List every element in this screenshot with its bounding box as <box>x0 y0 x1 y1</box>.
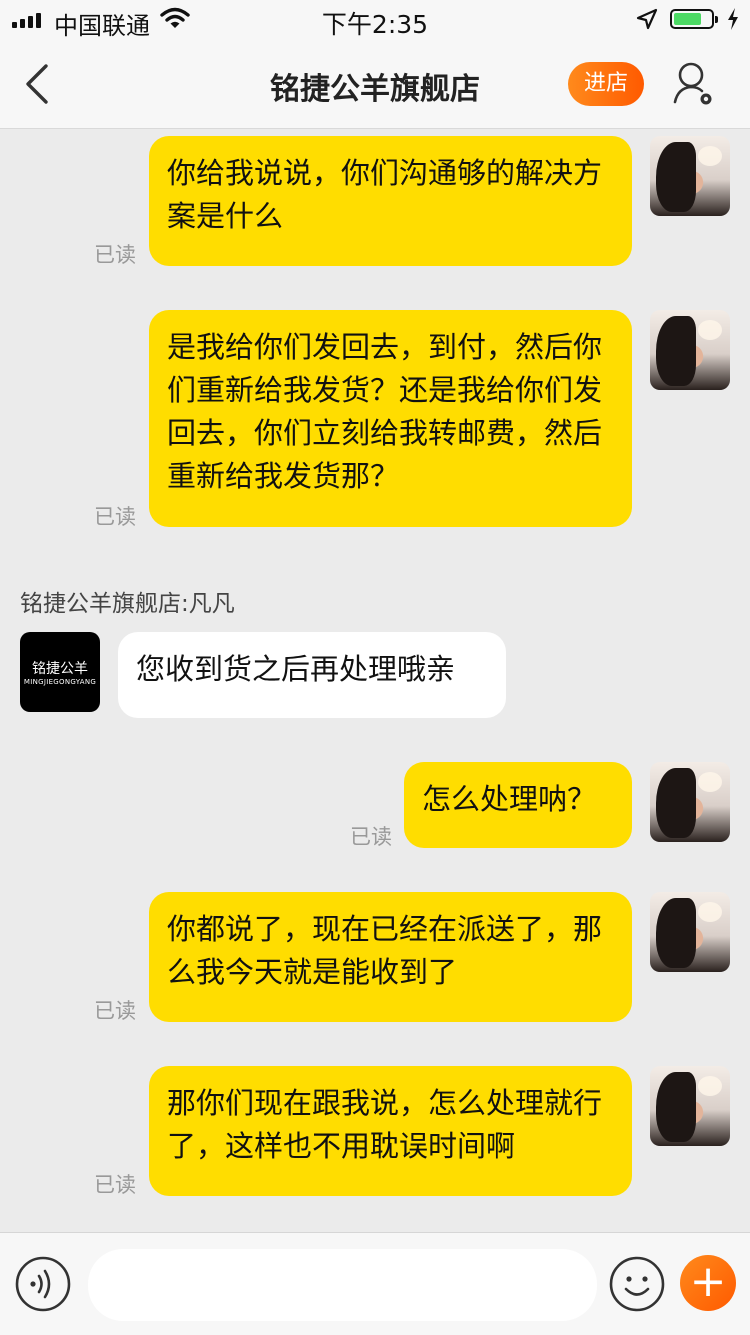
my-avatar[interactable] <box>650 762 730 842</box>
message-bubble-mine[interactable]: 你都说了，现在已经在派送了，那么我今天就是能收到了 <box>149 892 632 1022</box>
voice-icon[interactable] <box>14 1255 72 1317</box>
input-toolbar: + <box>0 1232 750 1335</box>
my-avatar[interactable] <box>650 310 730 390</box>
shop-logo-subtext: MINGJIEGONGYANG <box>23 678 97 686</box>
my-avatar[interactable] <box>650 136 730 216</box>
charging-bolt-icon <box>726 7 740 37</box>
read-receipt: 已读 <box>94 243 136 267</box>
message-bubble-shop[interactable]: 您收到货之后再处理哦亲 <box>118 632 506 718</box>
read-receipt: 已读 <box>350 825 392 849</box>
message-bubble-mine[interactable]: 那你们现在跟我说，怎么处理就行了，这样也不用耽误时间啊 <box>149 1066 632 1196</box>
message-bubble-mine[interactable]: 你给我说说，你们沟通够的解决方案是什么 <box>149 136 632 266</box>
chat-list[interactable]: 你给我说说，你们沟通够的解决方案是什么 已读 是我给你们发回去，到付，然后你们重… <box>0 129 750 1232</box>
emoji-icon[interactable] <box>608 1255 666 1317</box>
user-settings-icon[interactable] <box>672 60 716 112</box>
navigation-bar: 铭捷公羊旗舰店 进店 <box>0 40 750 129</box>
read-receipt: 已读 <box>94 1173 136 1197</box>
read-receipt: 已读 <box>94 505 136 529</box>
enter-store-button[interactable]: 进店 <box>568 62 644 106</box>
message-input[interactable] <box>88 1249 597 1321</box>
message-bubble-mine[interactable]: 是我给你们发回去，到付，然后你们重新给我发货？还是我给你们发回去，你们立刻给我转… <box>149 310 632 527</box>
battery-icon <box>670 9 718 29</box>
read-receipt: 已读 <box>94 999 136 1023</box>
my-avatar[interactable] <box>650 1066 730 1146</box>
my-avatar[interactable] <box>650 892 730 972</box>
location-arrow-icon <box>636 8 658 36</box>
status-bar: 中国联通 下午2:35 <box>0 0 750 40</box>
shop-logo-text: 铭捷公羊 <box>32 661 88 677</box>
plus-icon[interactable]: + <box>680 1255 736 1311</box>
shop-avatar[interactable]: 铭捷公羊 MINGJIEGONGYANG <box>20 632 100 712</box>
shop-sender-name: 铭捷公羊旗舰店:凡凡 <box>20 591 235 617</box>
message-bubble-mine[interactable]: 怎么处理呐？ <box>404 762 632 848</box>
